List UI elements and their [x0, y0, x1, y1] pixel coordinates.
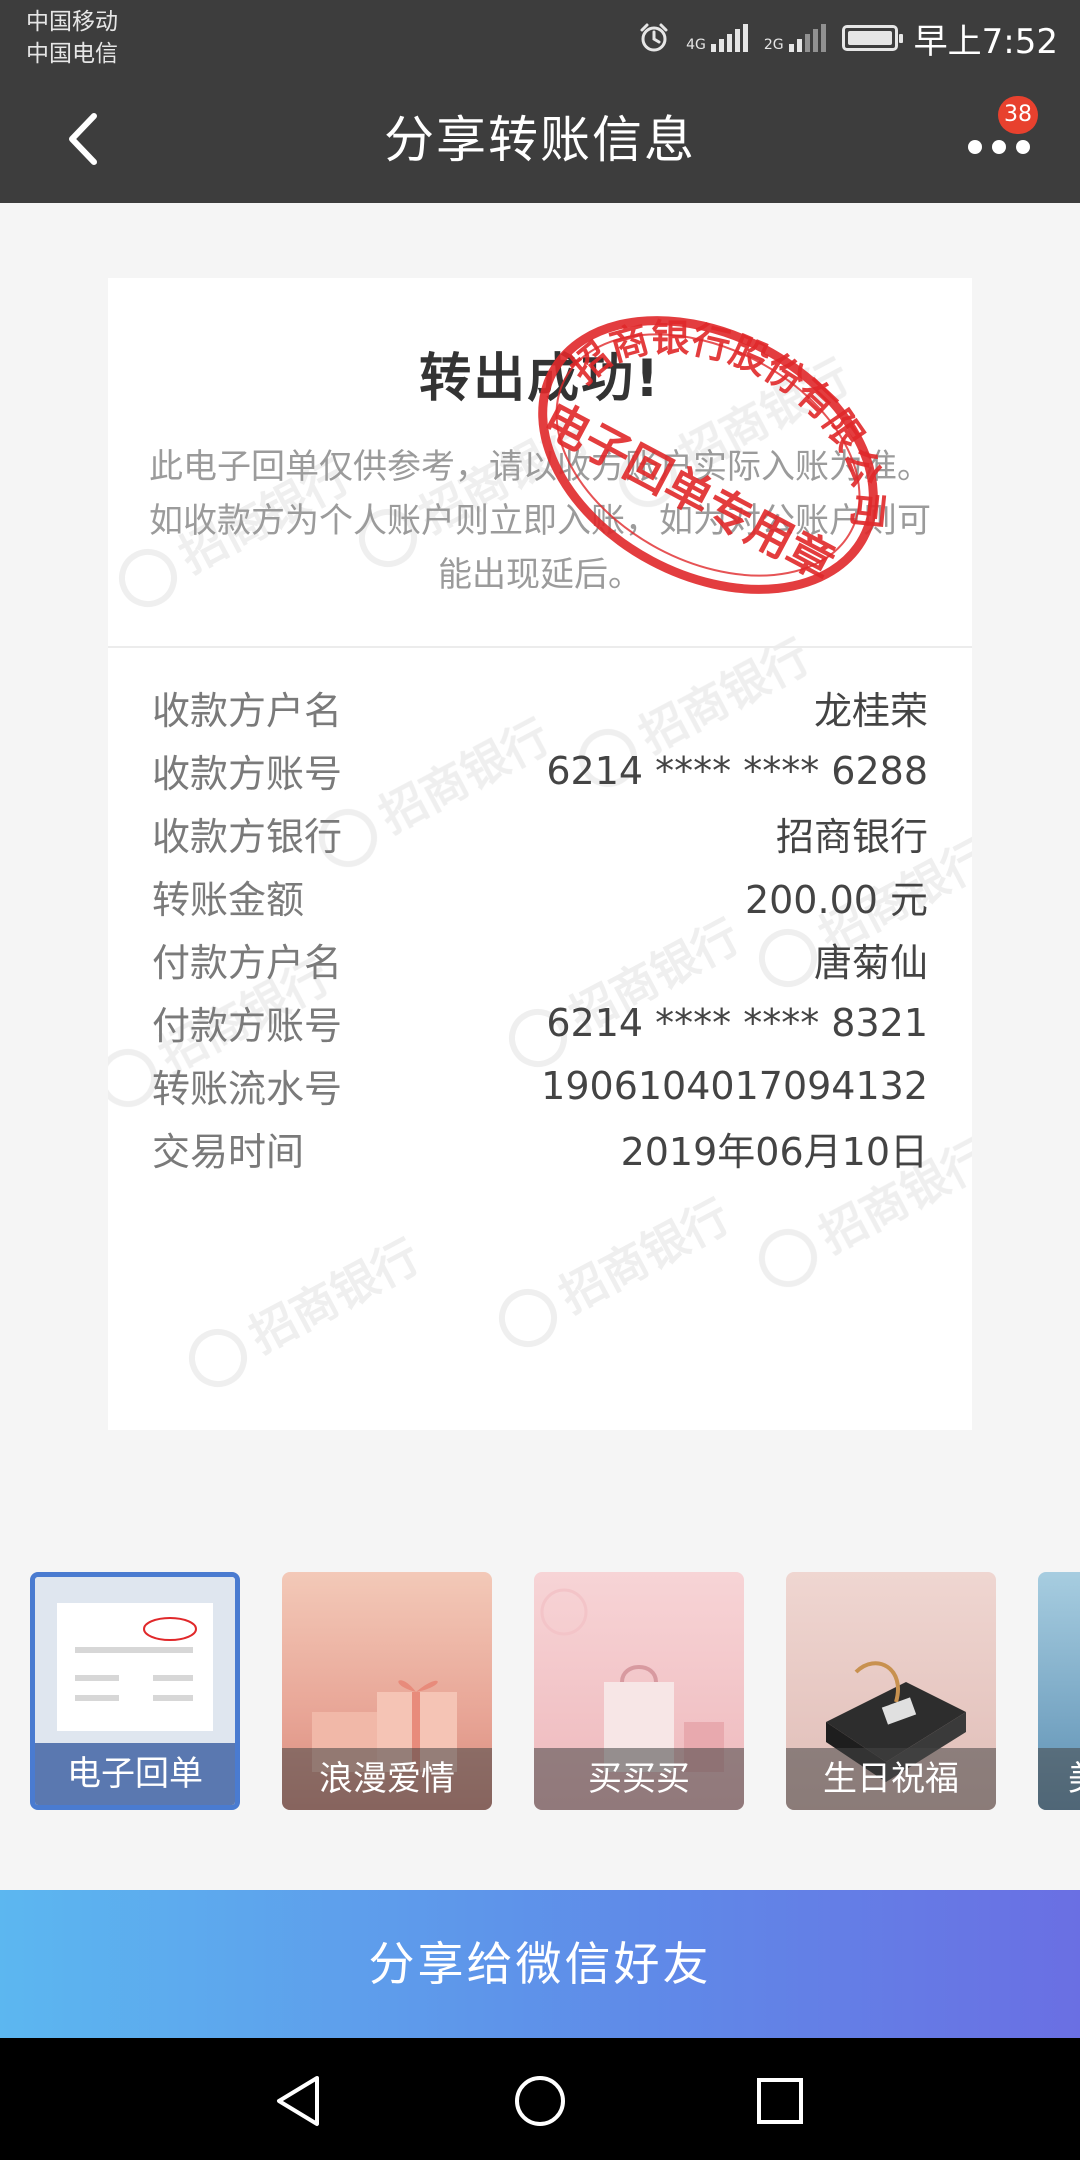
detail-value: 200.00 元	[744, 878, 928, 922]
more-menu-button[interactable]: 38	[950, 96, 1040, 174]
receipt-divider	[108, 646, 972, 648]
triangle-back-icon	[277, 2076, 319, 2126]
theme-label: 生日祝福	[786, 1748, 996, 1810]
nav-recents-button[interactable]	[745, 2066, 815, 2136]
receipt-card: 招商银行 招商银行 招商银行 招商银行 招商银行 招商银行 招商银行 招商银行 …	[108, 278, 972, 1430]
alarm-icon	[640, 23, 668, 52]
detail-label: 收款方账号	[152, 752, 343, 796]
nav-back-button[interactable]	[265, 2066, 335, 2136]
notification-badge: 38	[998, 96, 1038, 134]
theme-selector: 电子回单 浪漫爱情 买买买 生日祝福 美	[0, 1570, 1080, 1810]
detail-label: 收款方户名	[152, 689, 343, 733]
detail-row: 收款方户名 龙桂荣	[152, 676, 928, 739]
watermark-text: 招商银行	[551, 1189, 739, 1323]
battery-icon	[841, 25, 903, 51]
theme-card-partial[interactable]: 美	[1038, 1572, 1080, 1810]
detail-label: 付款方账号	[152, 1004, 343, 1048]
carrier-2: 中国电信	[26, 41, 118, 67]
watermark-text: 招商银行	[241, 1229, 429, 1363]
detail-value: 2019年06月10日	[620, 1130, 928, 1174]
square-recents-icon	[757, 2078, 803, 2124]
more-dots-icon	[968, 140, 1030, 154]
page-title: 分享转账信息	[384, 111, 696, 169]
theme-card-shopping[interactable]: 买买买	[534, 1572, 744, 1810]
share-to-wechat-button[interactable]: 分享给微信好友	[0, 1890, 1080, 2038]
signal-4g-icon: 4G	[686, 24, 748, 52]
detail-row: 转账流水号 1906104017094132	[152, 1054, 928, 1117]
status-icons: 4G 2G 早上7:52	[638, 10, 1058, 66]
app-header: 分享转账信息 38	[0, 76, 1080, 203]
detail-row: 转账金额 200.00 元	[152, 865, 928, 928]
status-time: 早上7:52	[913, 21, 1058, 62]
detail-row: 付款方账号 6214 **** **** 8321	[152, 991, 928, 1054]
net-type-1: 4G	[686, 37, 706, 53]
detail-list: 收款方户名 龙桂荣 收款方账号 6214 **** **** 6288 收款方银…	[152, 676, 928, 1180]
detail-value: 唐菊仙	[813, 941, 928, 985]
nav-home-button[interactable]	[505, 2066, 575, 2136]
theme-card-birthday[interactable]: 生日祝福	[786, 1572, 996, 1810]
detail-value: 1906104017094132	[541, 1063, 928, 1108]
detail-value: 龙桂荣	[813, 689, 928, 733]
theme-label: 浪漫爱情	[282, 1748, 492, 1810]
theme-label: 美	[1038, 1748, 1080, 1810]
status-bar: 中国移动 中国电信 4G 2G 早上7:52	[0, 0, 1080, 76]
carrier-1: 中国移动	[26, 9, 118, 35]
receipt-note: 此电子回单仅供参考，请以收方账户实际入账为准。如收款方为个人账户则立即入账，如为…	[149, 447, 931, 595]
theme-label: 电子回单	[35, 1743, 235, 1805]
theme-label: 买买买	[534, 1748, 744, 1810]
detail-row: 收款方银行 招商银行	[152, 802, 928, 865]
receipt-title: 转出成功!	[419, 349, 661, 409]
circle-home-icon	[515, 2076, 565, 2126]
detail-value: 招商银行	[775, 815, 928, 859]
signal-2g-icon: 2G	[764, 24, 826, 52]
detail-value: 6214 **** **** 8321	[546, 1000, 928, 1045]
system-nav-bar	[0, 2038, 1080, 2160]
detail-label: 转账金额	[152, 878, 305, 922]
net-type-2: 2G	[763, 37, 784, 53]
detail-row: 付款方户名 唐菊仙	[152, 928, 928, 991]
detail-label: 交易时间	[152, 1130, 305, 1174]
detail-row: 交易时间 2019年06月10日	[152, 1117, 928, 1180]
detail-row: 收款方账号 6214 **** **** 6288	[152, 739, 928, 802]
theme-card-receipt[interactable]: 电子回单	[30, 1572, 240, 1810]
theme-card-romance[interactable]: 浪漫爱情	[282, 1572, 492, 1810]
detail-label: 付款方户名	[152, 941, 343, 985]
detail-value: 6214 **** **** 6288	[546, 748, 928, 793]
detail-label: 转账流水号	[152, 1067, 343, 1111]
carrier-info: 中国移动 中国电信	[26, 6, 118, 70]
detail-label: 收款方银行	[152, 815, 343, 859]
